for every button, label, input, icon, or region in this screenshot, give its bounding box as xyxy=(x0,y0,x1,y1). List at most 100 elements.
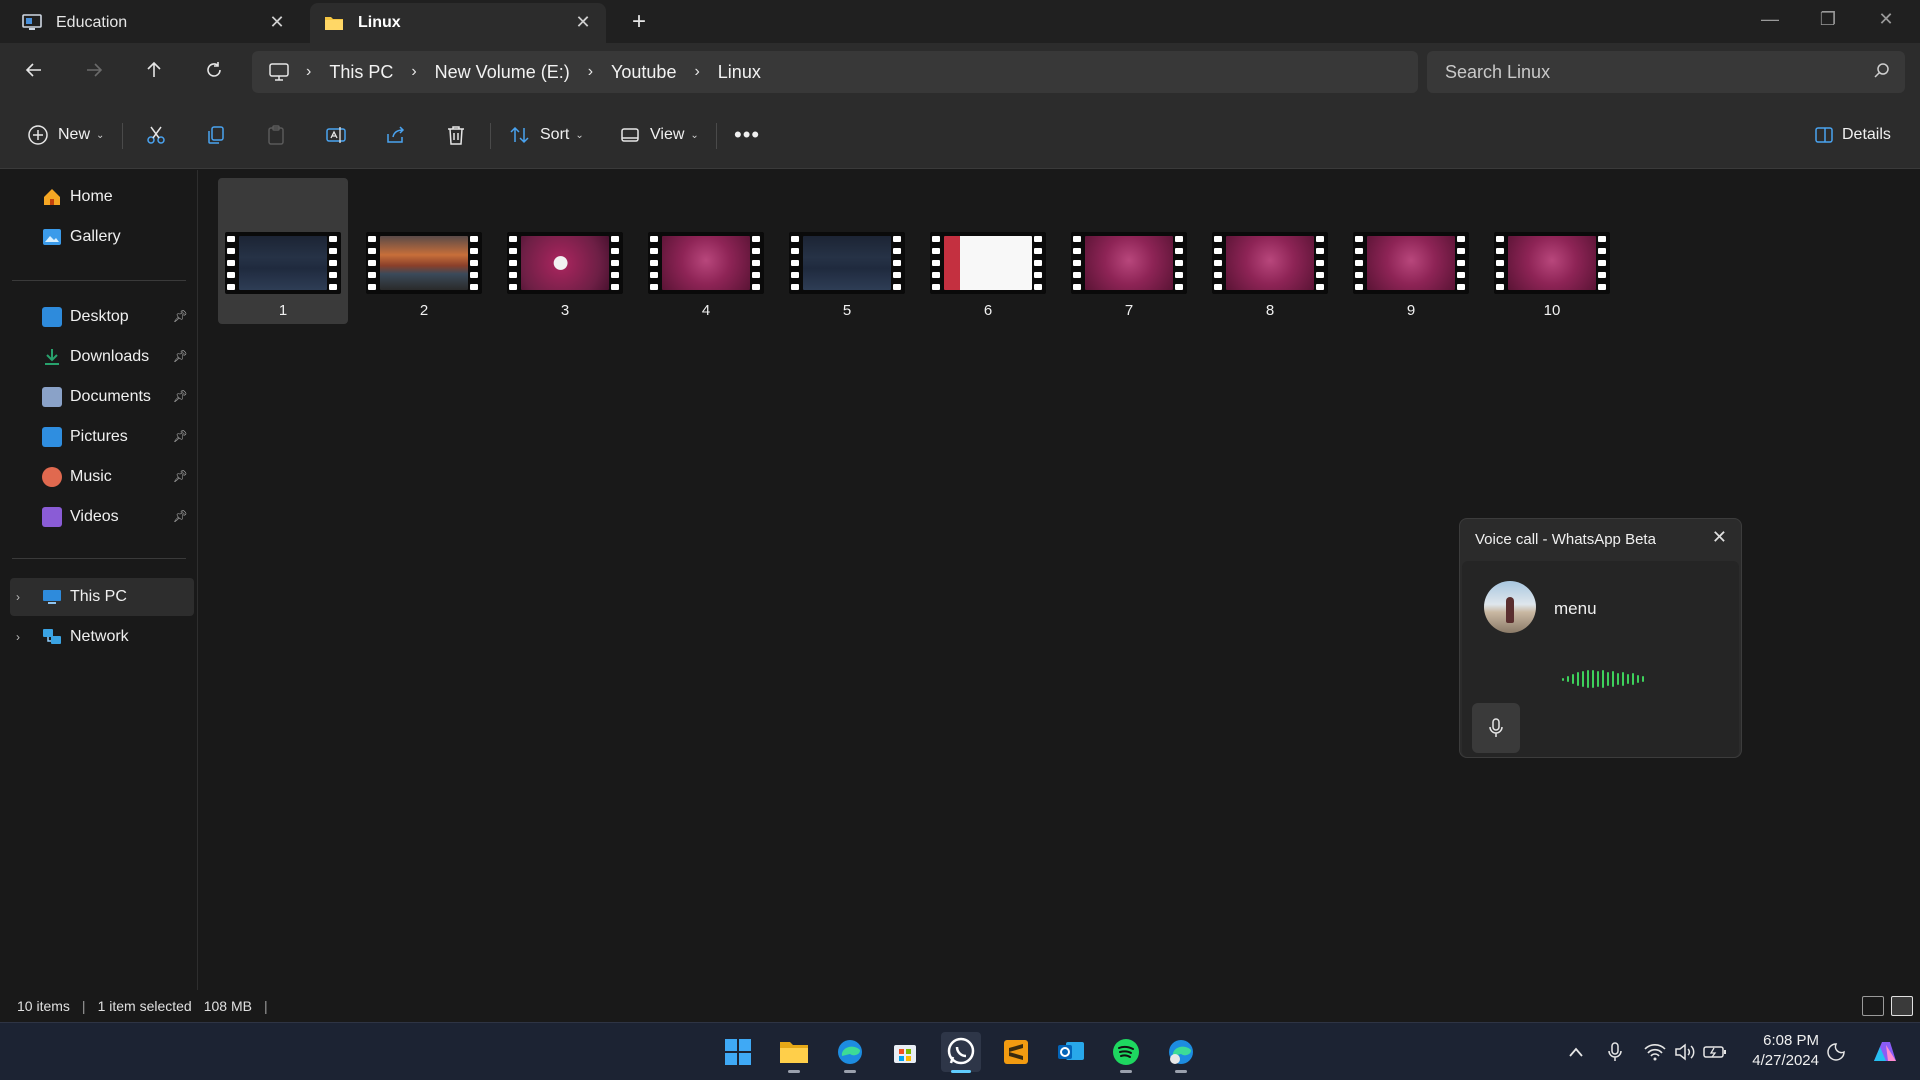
plus-circle-icon xyxy=(24,121,52,149)
edge-beta-icon[interactable] xyxy=(1161,1032,1201,1073)
file-item[interactable]: 6 xyxy=(923,178,1053,324)
file-name: 7 xyxy=(1124,302,1134,319)
back-button[interactable] xyxy=(18,57,50,89)
large-icons-view-toggle[interactable] xyxy=(1891,996,1913,1016)
file-item[interactable]: 3 xyxy=(500,178,630,324)
ellipsis-icon: ••• xyxy=(734,122,761,147)
paste-button[interactable] xyxy=(262,119,290,151)
wifi-icon[interactable] xyxy=(1643,1040,1667,1064)
outlook-icon[interactable] xyxy=(1051,1032,1091,1072)
sidebar-item-label: Home xyxy=(70,188,113,205)
details-button[interactable]: Details xyxy=(1810,119,1891,151)
file-item[interactable]: 2 xyxy=(359,178,489,324)
pin-icon[interactable]: 📌︎ xyxy=(173,509,188,523)
pictures-icon xyxy=(42,427,62,447)
copy-button[interactable] xyxy=(202,119,230,151)
pin-icon[interactable]: 📌︎ xyxy=(173,309,188,323)
sidebar-item-pictures[interactable]: Pictures 📌︎ xyxy=(10,418,194,456)
chevron-right-icon: › xyxy=(306,63,312,80)
file-item[interactable]: 1 xyxy=(218,178,348,324)
details-pane-icon xyxy=(1810,121,1838,149)
close-tab-icon[interactable]: ✕ xyxy=(574,13,592,31)
tab-linux[interactable]: Linux ✕ xyxy=(310,3,606,43)
sidebar-item-documents[interactable]: Documents 📌︎ xyxy=(10,378,194,416)
close-window-button[interactable]: ✕ xyxy=(1866,4,1906,34)
mute-button[interactable] xyxy=(1472,703,1520,753)
file-explorer-icon[interactable] xyxy=(774,1032,814,1073)
breadcrumb-linux[interactable]: Linux xyxy=(718,62,761,83)
pin-icon[interactable]: 📌︎ xyxy=(173,429,188,443)
breadcrumb-youtube[interactable]: Youtube xyxy=(611,62,676,83)
details-view-toggle[interactable] xyxy=(1862,996,1884,1016)
new-tab-button[interactable]: + xyxy=(626,10,652,36)
film-strip-icon xyxy=(893,236,903,290)
pc-icon xyxy=(268,62,290,82)
rename-button[interactable] xyxy=(322,119,350,151)
file-item[interactable]: 10 xyxy=(1487,178,1617,324)
file-item[interactable]: 7 xyxy=(1064,178,1194,324)
thumbnail-frame xyxy=(944,236,1032,290)
chevron-up-icon[interactable] xyxy=(1564,1040,1588,1064)
copilot-icon[interactable] xyxy=(1868,1037,1902,1067)
search-input[interactable]: Search Linux xyxy=(1427,51,1905,93)
sort-button[interactable]: Sort ⌄ xyxy=(506,119,584,151)
store-icon[interactable] xyxy=(885,1032,925,1072)
minimize-button[interactable]: — xyxy=(1750,4,1790,34)
sidebar-item-videos[interactable]: Videos 📌︎ xyxy=(10,498,194,536)
file-item[interactable]: 8 xyxy=(1205,178,1335,324)
cut-button[interactable] xyxy=(142,119,170,151)
file-item[interactable]: 5 xyxy=(782,178,912,324)
volume-icon[interactable] xyxy=(1673,1040,1697,1064)
sublime-icon[interactable] xyxy=(996,1032,1036,1072)
sidebar-item-gallery[interactable]: Gallery xyxy=(10,218,194,256)
breadcrumb-this-pc[interactable]: This PC xyxy=(329,62,393,83)
file-explorer-window: Education ✕ Linux ✕ + — ❐ ✕ › This PC › … xyxy=(0,0,1920,1022)
start-icon[interactable] xyxy=(718,1032,758,1072)
battery-icon[interactable] xyxy=(1703,1040,1727,1064)
sidebar-item-home[interactable]: Home xyxy=(10,178,194,216)
file-item[interactable]: 9 xyxy=(1346,178,1476,324)
sidebar-item-music[interactable]: Music 📌︎ xyxy=(10,458,194,496)
sidebar-item-downloads[interactable]: Downloads 📌︎ xyxy=(10,338,194,376)
sidebar-item-desktop[interactable]: Desktop 📌︎ xyxy=(10,298,194,336)
film-strip-icon xyxy=(509,236,519,290)
chevron-right-icon[interactable]: › xyxy=(16,590,20,604)
forward-button[interactable] xyxy=(78,57,110,89)
divider xyxy=(12,280,186,281)
whatsapp-icon[interactable] xyxy=(941,1032,981,1073)
divider xyxy=(12,558,186,559)
close-icon[interactable]: ✕ xyxy=(1712,527,1727,548)
restore-button[interactable]: ❐ xyxy=(1808,4,1848,34)
sidebar-item-network[interactable]: › Network xyxy=(10,618,194,656)
pin-icon[interactable]: 📌︎ xyxy=(173,349,188,363)
video-thumbnail xyxy=(507,232,623,294)
sidebar-item-this-pc[interactable]: › This PC xyxy=(10,578,194,616)
new-button[interactable]: New ⌄ xyxy=(24,119,104,151)
running-indicator xyxy=(1175,1070,1187,1073)
file-name: 5 xyxy=(842,302,852,319)
spotify-icon[interactable] xyxy=(1106,1032,1146,1073)
file-item[interactable]: 4 xyxy=(641,178,771,324)
tab-education[interactable]: Education ✕ xyxy=(8,3,300,43)
view-button[interactable]: View ⌄ xyxy=(616,119,699,151)
edge-icon[interactable] xyxy=(830,1032,870,1073)
pin-icon[interactable]: 📌︎ xyxy=(173,469,188,483)
address-bar[interactable]: › This PC › New Volume (E:) › Youtube › … xyxy=(252,51,1418,93)
arrow-left-icon xyxy=(25,63,41,77)
chevron-down-icon: ⌄ xyxy=(575,129,584,141)
delete-button[interactable] xyxy=(442,119,470,151)
more-options-button[interactable]: ••• xyxy=(734,119,760,151)
sidebar-item-label: Pictures xyxy=(70,428,128,445)
microphone-icon[interactable] xyxy=(1603,1040,1627,1064)
chevron-down-icon: ⌄ xyxy=(96,129,105,141)
running-indicator xyxy=(844,1070,856,1073)
clock[interactable]: 6:08 PM 4/27/2024 xyxy=(1735,1031,1819,1071)
chevron-right-icon[interactable]: › xyxy=(16,630,20,644)
up-button[interactable] xyxy=(138,57,170,89)
pin-icon[interactable]: 📌︎ xyxy=(173,389,188,403)
refresh-button[interactable] xyxy=(198,57,230,89)
close-tab-icon[interactable]: ✕ xyxy=(268,13,286,31)
breadcrumb-new-volume[interactable]: New Volume (E:) xyxy=(435,62,570,83)
focus-assist-icon[interactable] xyxy=(1824,1040,1848,1064)
share-button[interactable] xyxy=(382,119,410,151)
